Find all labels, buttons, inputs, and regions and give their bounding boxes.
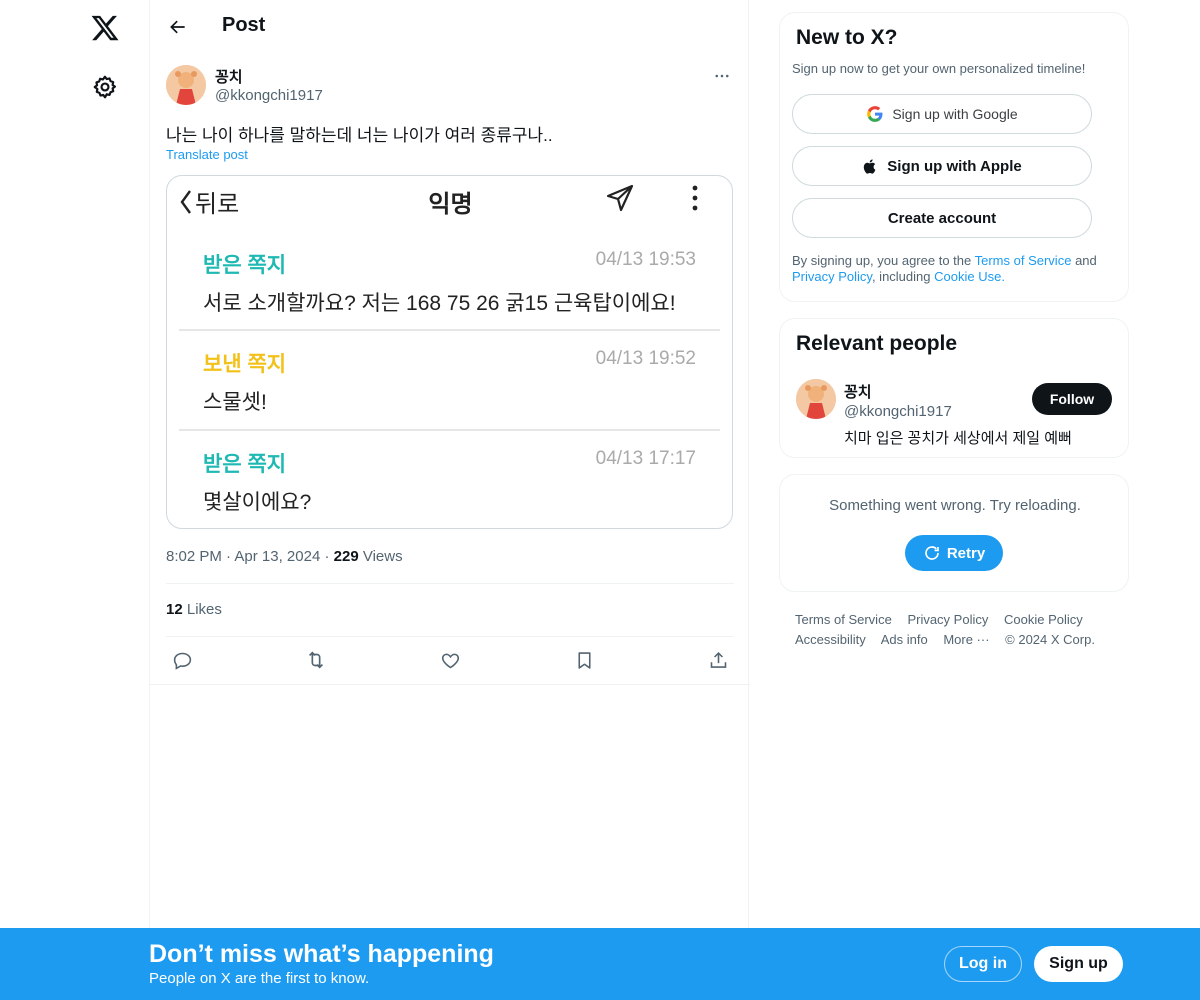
divider: [166, 583, 734, 584]
likes-link[interactable]: 12 Likes: [166, 601, 222, 618]
post-image[interactable]: 뒤로 익명 받은 쪽지 04/13 19:53 서로 소개할까요? 저는 168…: [166, 175, 733, 529]
post-time[interactable]: 8:02 PM: [166, 548, 222, 565]
signup-button[interactable]: Sign up: [1034, 946, 1123, 982]
share-icon[interactable]: [705, 647, 731, 673]
reply-icon[interactable]: [169, 647, 195, 673]
main-column: Post 꽁치 @kkongchi1917 나는 나이 하나를 말하는데 너는 …: [149, 0, 750, 1000]
new-to-x-card: New to X? Sign up now to get your own pe…: [779, 12, 1129, 302]
card-subtitle: Sign up now to get your own personalized…: [792, 61, 1086, 76]
relevant-people-card: Relevant people 꽁치 @kkongchi1917 치마 입은 꽁…: [779, 318, 1129, 458]
post-actions: [166, 647, 734, 673]
create-account-label: Create account: [887, 209, 997, 227]
signup-banner: Don’t miss what’s happening People on X …: [0, 928, 1200, 1000]
divider: [179, 429, 720, 431]
footer-cookie-link[interactable]: Cookie Policy: [1004, 612, 1083, 627]
retry-label: Retry: [946, 544, 986, 562]
footer-ads-link[interactable]: Ads info: [881, 632, 928, 647]
message-time: 04/13 19:53: [595, 249, 696, 270]
card-title: New to X?: [796, 26, 898, 49]
author-name[interactable]: 꽁치: [215, 66, 243, 87]
person-bio: 치마 입은 꽁치가 세상에서 제일 예뻐: [844, 430, 1072, 447]
x-logo-icon[interactable]: [90, 13, 120, 43]
message-body: 스물셋!: [203, 391, 267, 414]
author-handle[interactable]: @kkongchi1917: [215, 87, 323, 104]
footer-links: Terms of Service Privacy Policy Cookie P…: [795, 610, 1115, 650]
views-label: Views: [362, 548, 403, 565]
page-title: Post: [222, 14, 266, 36]
gear-icon[interactable]: [92, 74, 118, 100]
follow-button[interactable]: Follow: [1032, 383, 1112, 415]
translate-post-link[interactable]: Translate post: [166, 147, 248, 162]
error-card: Something went wrong. Try reloading. Ret…: [779, 474, 1129, 592]
message-body: 몇살이에요?: [203, 491, 312, 514]
banner-subtitle: People on X are the first to know.: [149, 970, 370, 987]
message-kind: 보낸 쪽지: [203, 353, 287, 376]
likes-label: Likes: [186, 601, 222, 618]
cookie-link[interactable]: Cookie Use.: [934, 269, 1005, 284]
footer-accessibility-link[interactable]: Accessibility: [795, 632, 866, 647]
message-kind: 받은 쪽지: [203, 453, 287, 476]
error-message: Something went wrong. Try reloading.: [829, 497, 1081, 514]
message-time: 04/13 19:52: [595, 348, 696, 369]
views-count: 229: [333, 548, 359, 565]
create-account-button[interactable]: Create account: [792, 198, 1092, 238]
sign-up-apple-button[interactable]: Sign up with Apple: [792, 146, 1092, 186]
person-handle[interactable]: @kkongchi1917: [844, 403, 952, 420]
divider: [179, 329, 720, 331]
message-body: 서로 소개할까요? 저는 168 75 26 굵15 근육탑이에요!: [203, 292, 676, 315]
privacy-link[interactable]: Privacy Policy: [792, 269, 872, 284]
footer-terms-link[interactable]: Terms of Service: [795, 612, 892, 627]
sign-up-google-button[interactable]: Sign up with Google: [792, 94, 1092, 134]
post-meta: 8:02 PM · Apr 13, 2024 · 229 Views: [166, 548, 403, 565]
message-kind: 받은 쪽지: [203, 254, 287, 277]
card-title: Relevant people: [796, 332, 958, 355]
post-text: 나는 나이 하나를 말하는데 너는 나이가 여러 종류구나..: [166, 126, 553, 145]
post-header: Post: [150, 0, 750, 53]
more-icon: [715, 74, 729, 78]
footer-copyright: © 2024 X Corp.: [1005, 632, 1095, 647]
person-name[interactable]: 꽁치: [844, 381, 872, 402]
divider: [166, 636, 734, 637]
banner-title: Don’t miss what’s happening: [149, 940, 494, 968]
divider: [150, 684, 750, 685]
sign-up-apple-label: Sign up with Apple: [887, 157, 1022, 175]
apple-icon: [864, 158, 876, 174]
message-time: 04/13 17:17: [595, 448, 696, 469]
image-title: 익명: [428, 191, 473, 218]
repost-icon[interactable]: [303, 647, 329, 673]
left-nav: [0, 0, 150, 1000]
kebab-icon: [687, 184, 703, 212]
like-icon[interactable]: [437, 647, 463, 673]
post-date[interactable]: Apr 13, 2024: [234, 548, 320, 565]
likes-count: 12: [166, 601, 183, 618]
retry-button[interactable]: Retry: [905, 535, 1003, 571]
sign-up-google-label: Sign up with Google: [892, 106, 1018, 122]
terms-link[interactable]: Terms of Service: [975, 253, 1072, 268]
bookmark-icon[interactable]: [571, 647, 597, 673]
back-button[interactable]: [162, 11, 194, 43]
paper-plane-icon: [605, 183, 635, 213]
message-item: 받은 쪽지 04/13 17:17 몇살이에요?: [179, 448, 720, 528]
refresh-icon: [925, 546, 939, 560]
login-button[interactable]: Log in: [944, 946, 1022, 982]
legal-text: By signing up, you agree to the Terms of…: [792, 253, 1097, 284]
avatar[interactable]: [796, 379, 836, 419]
footer-privacy-link[interactable]: Privacy Policy: [907, 612, 988, 627]
google-icon: [867, 106, 883, 122]
arrow-left-icon: [170, 20, 185, 34]
more-options-button[interactable]: [710, 64, 734, 88]
avatar[interactable]: [166, 65, 206, 105]
message-item: 보낸 쪽지 04/13 19:52 스물셋!: [179, 348, 720, 448]
footer-more-link[interactable]: More ···: [943, 632, 989, 647]
message-item: 받은 쪽지 04/13 19:53 서로 소개할까요? 저는 168 75 26…: [179, 249, 720, 349]
